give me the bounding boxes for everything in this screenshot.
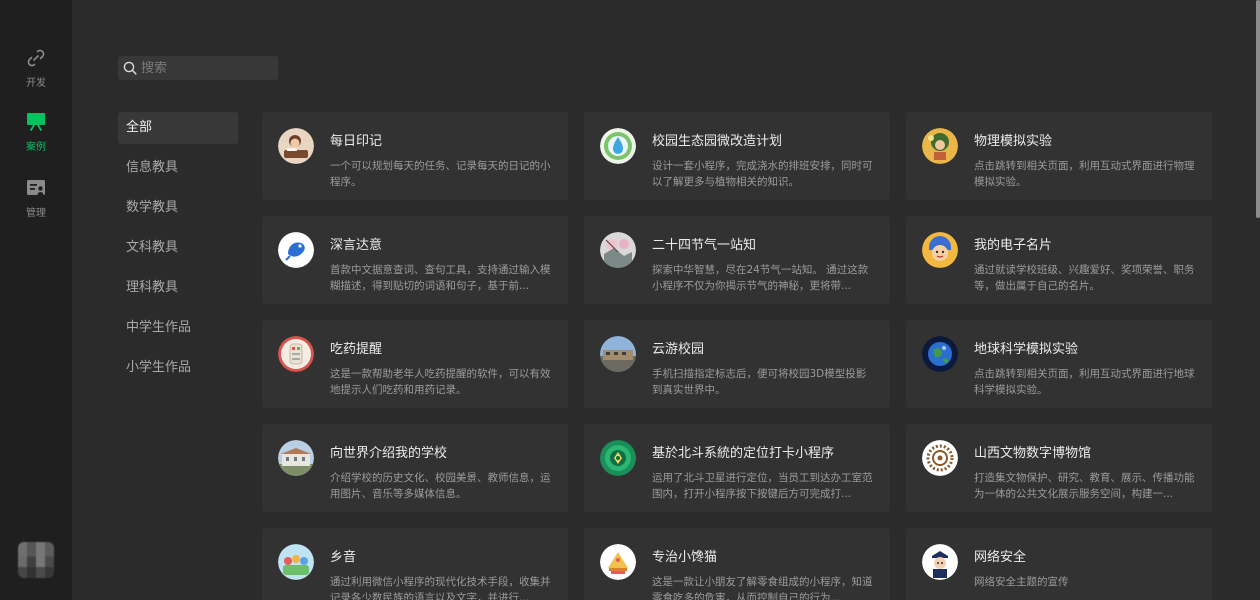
user-avatar[interactable]	[18, 542, 54, 578]
case-title: 地球科学模拟实验	[974, 342, 1079, 357]
rail-item-label: 管理	[26, 208, 46, 219]
search-box	[118, 56, 278, 80]
link-icon	[27, 49, 45, 67]
case-thumbnail	[278, 128, 314, 164]
rail-item-showcase[interactable]: 案例	[0, 104, 72, 160]
case-thumbnail	[278, 336, 314, 372]
case-title: 我的电子名片	[974, 238, 1053, 253]
case-card[interactable]: 云游校园 手机扫描指定标志后，便可将校园3D模型投影到真实世界中。	[584, 320, 890, 408]
rail-item-label: 案例	[26, 142, 46, 153]
case-title: 向世界介绍我的学校	[330, 446, 448, 461]
rail-item-label: 开发	[26, 78, 46, 89]
category-science-tools[interactable]: 理科教具	[118, 272, 238, 304]
case-card[interactable]: 乡音 通过利用微信小程序的现代化技术手段，收集并记录各少数民族的语言以及文字，并…	[262, 528, 568, 600]
case-description: 这是一款帮助老年人吃药提醒的软件，可以有效地提示人们吃药和用药记录。	[330, 368, 551, 396]
case-card[interactable]: 校园生态园微改造计划 设计一套小程序，完成浇水的排班安排，同时可以了解更多与植物…	[584, 112, 890, 200]
case-description: 点击跳转到相关页面，利用互动式界面进行物理模拟实验。	[974, 160, 1195, 188]
case-title: 校园生态园微改造计划	[652, 134, 783, 149]
case-thumbnail	[922, 232, 958, 268]
manage-icon	[27, 180, 45, 195]
case-thumbnail	[278, 440, 314, 476]
case-card[interactable]: 物理模拟实验 点击跳转到相关页面，利用互动式界面进行物理模拟实验。	[906, 112, 1212, 200]
case-thumbnail	[600, 440, 636, 476]
case-description: 一个可以规划每天的任务、记录每天的日记的小程序。	[330, 160, 551, 188]
case-title: 深言达意	[330, 238, 383, 253]
app-window: 开发 案例 管理 全部	[0, 0, 1260, 600]
category-all[interactable]: 全部	[118, 112, 238, 144]
case-title: 二十四节气一站知	[652, 238, 757, 253]
case-card[interactable]: 山西文物数字博物馆 打造集文物保护、研究、教育、展示、传播功能为一体的公共文化展…	[906, 424, 1212, 512]
rail-item-manage[interactable]: 管理	[0, 170, 72, 226]
case-card[interactable]: 二十四节气一站知 探索中华智慧，尽在24节气一站知。 通过这款小程序不仅为你揭示…	[584, 216, 890, 304]
case-card[interactable]: 每日印记 一个可以规划每天的任务、记录每天的日记的小程序。	[262, 112, 568, 200]
case-title: 云游校园	[652, 342, 705, 357]
case-card[interactable]: 深言达意 首款中文据意查词、查句工具，支持通过输入模糊描述，得到贴切的词语和句子…	[262, 216, 568, 304]
showcase-icon	[27, 113, 45, 131]
case-thumbnail	[600, 544, 636, 580]
case-thumbnail	[922, 440, 958, 476]
case-thumbnail	[922, 336, 958, 372]
scrollbar-thumb[interactable]	[1256, 0, 1260, 218]
case-description: 打造集文物保护、研究、教育、展示、传播功能为一体的公共文化展示服务空间，构建一.…	[974, 472, 1195, 500]
case-description: 探索中华智慧，尽在24节气一站知。 通过这款小程序不仅为你揭示节气的神秘，更将带…	[652, 264, 869, 292]
case-title: 乡音	[330, 550, 357, 565]
case-title: 物理模拟实验	[974, 134, 1053, 149]
case-title: 基於北斗系統的定位打卡小程序	[652, 446, 835, 461]
case-card[interactable]: 吃药提醒 这是一款帮助老年人吃药提醒的软件，可以有效地提示人们吃药和用药记录。	[262, 320, 568, 408]
case-card[interactable]: 地球科学模拟实验 点击跳转到相关页面，利用互动式界面进行地球科学模拟实验。	[906, 320, 1212, 408]
case-thumbnail	[278, 544, 314, 580]
category-info-tools[interactable]: 信息教具	[118, 152, 238, 184]
case-card[interactable]: 专治小馋猫 这是一款让小朋友了解零食组成的小程序，知道零食吃多的危害，从而控制自…	[584, 528, 890, 600]
category-middle-school-works[interactable]: 中学生作品	[118, 312, 238, 344]
search-icon	[123, 61, 137, 75]
case-description: 介绍学校的历史文化、校园美景、教师信息，运用图片、音乐等多媒体信息。	[330, 472, 551, 500]
case-description: 首款中文据意查词、查句工具，支持通过输入模糊描述，得到贴切的词语和句子，基于前.…	[330, 264, 551, 292]
case-title: 网络安全	[974, 550, 1027, 565]
case-thumbnail	[600, 336, 636, 372]
case-description: 设计一套小程序，完成浇水的排班安排，同时可以了解更多与植物相关的知识。	[652, 160, 873, 188]
case-description: 网络安全主题的宣传	[974, 576, 1069, 588]
case-thumbnail	[922, 128, 958, 164]
case-grid: 每日印记 一个可以规划每天的任务、记录每天的日记的小程序。 校园生态园微改造计划…	[262, 112, 1212, 600]
case-thumbnail	[278, 232, 314, 268]
case-card[interactable]: 基於北斗系統的定位打卡小程序 运用了北斗卫星进行定位，当员工到达办工室范围内，打…	[584, 424, 890, 512]
case-description: 运用了北斗卫星进行定位，当员工到达办工室范围内，打开小程序按下按键后方可完成打.…	[652, 472, 873, 500]
case-title: 山西文物数字博物馆	[974, 446, 1092, 461]
case-thumbnail	[600, 232, 636, 268]
case-card[interactable]: 向世界介绍我的学校 介绍学校的历史文化、校园美景、教师信息，运用图片、音乐等多媒…	[262, 424, 568, 512]
case-title: 吃药提醒	[330, 342, 383, 357]
category-primary-school-works[interactable]: 小学生作品	[118, 352, 238, 384]
category-math-tools[interactable]: 数学教具	[118, 192, 238, 224]
case-card[interactable]: 网络安全 网络安全主题的宣传	[906, 528, 1212, 600]
category-liberal-arts-tools[interactable]: 文科教具	[118, 232, 238, 264]
left-rail: 开发 案例 管理	[0, 0, 72, 600]
case-description: 点击跳转到相关页面，利用互动式界面进行地球科学模拟实验。	[974, 368, 1195, 396]
case-card[interactable]: 我的电子名片 通过就读学校班级、兴趣爱好、奖项荣誉、职务等，做出属于自己的名片。	[906, 216, 1212, 304]
case-thumbnail	[600, 128, 636, 164]
case-title: 每日印记	[330, 134, 383, 149]
case-description: 手机扫描指定标志后，便可将校园3D模型投影到真实世界中。	[652, 368, 867, 396]
case-description: 通过利用微信小程序的现代化技术手段，收集并记录各少数民族的语言以及文字，并进行.…	[330, 576, 551, 600]
rail-item-develop[interactable]: 开发	[0, 40, 72, 96]
search-input[interactable]	[141, 60, 271, 76]
content-scrollbar[interactable]	[1254, 0, 1260, 600]
case-description: 这是一款让小朋友了解零食组成的小程序，知道零食吃多的危害，从而控制自己的行为..…	[652, 576, 873, 600]
category-list: 全部 信息教具 数学教具 文科教具 理科教具 中学生作品 小学生作品	[118, 112, 238, 392]
case-description: 通过就读学校班级、兴趣爱好、奖项荣誉、职务等，做出属于自己的名片。	[974, 264, 1195, 292]
case-thumbnail	[922, 544, 958, 580]
case-title: 专治小馋猫	[652, 550, 718, 565]
